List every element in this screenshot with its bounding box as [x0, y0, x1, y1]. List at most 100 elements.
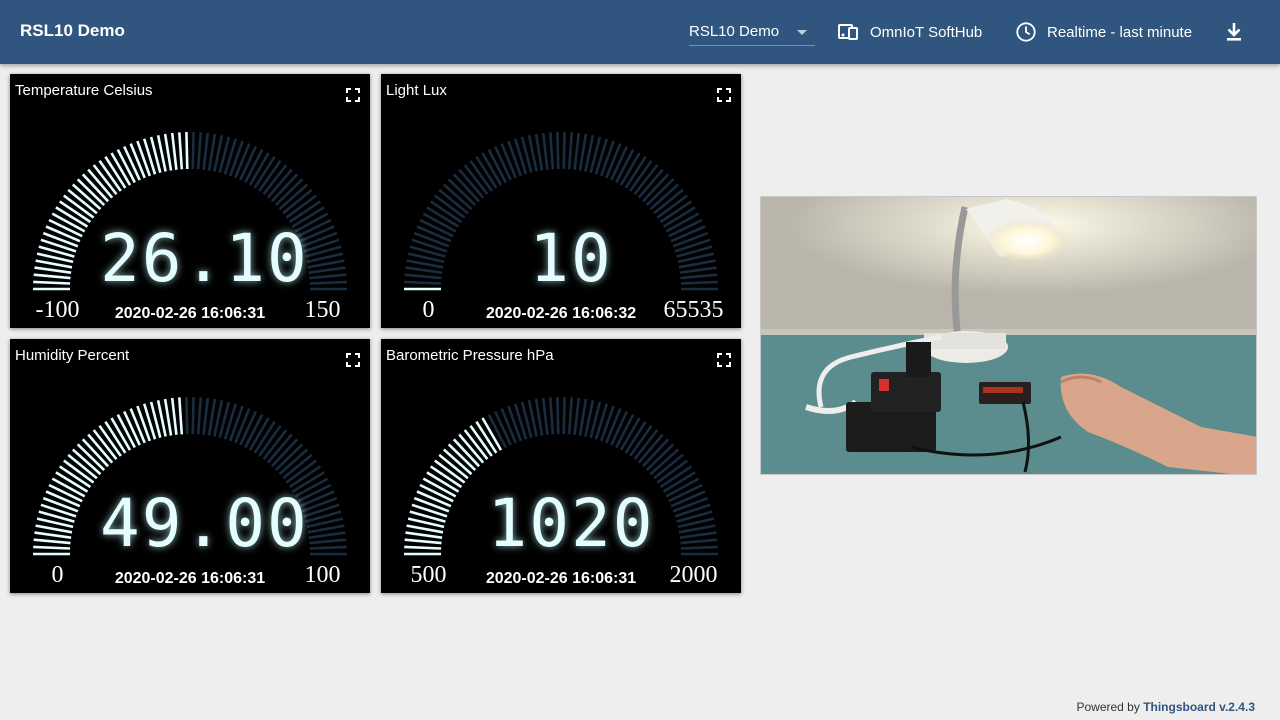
- gauge-max: 100: [304, 562, 341, 588]
- fullscreen-icon[interactable]: [717, 88, 731, 102]
- gauge-segment-active: [413, 496, 450, 513]
- gauge-segment-inactive: [191, 131, 195, 170]
- gauge-value: 1020: [487, 485, 655, 562]
- footer: Powered by Thingsboard v.2.4.3: [1076, 700, 1255, 714]
- gauge-segment-inactive: [308, 266, 346, 274]
- chevron-down-icon: [797, 30, 807, 35]
- gauge-segment-inactive: [308, 531, 346, 539]
- footer-prefix: Powered by: [1076, 700, 1140, 714]
- gauge-segment-active: [178, 132, 184, 170]
- gauge-segment-active: [163, 133, 173, 171]
- gauge-segment-inactive: [196, 397, 202, 435]
- timewindow-button[interactable]: Realtime - last minute: [1015, 18, 1192, 46]
- dashboard-select[interactable]: RSL10 Demo: [689, 16, 815, 46]
- gauge-segment-active: [404, 545, 442, 550]
- gauge-segment-active: [136, 405, 152, 442]
- gauge-segment-inactive: [191, 396, 195, 435]
- widget-title: Temperature Celsius: [15, 82, 153, 99]
- gauge-widget: Barometric Pressure hPa 1020 500 2020-02…: [381, 339, 741, 593]
- gauge-value: 26.10: [100, 220, 309, 297]
- gauge-segment-inactive: [202, 132, 210, 170]
- download-icon[interactable]: [1222, 20, 1246, 44]
- timewindow-label: Realtime - last minute: [1047, 23, 1193, 41]
- gauge-segment-inactive: [534, 398, 544, 436]
- gauge-segment-inactive: [309, 538, 347, 545]
- gauge-segment-active: [404, 538, 442, 545]
- customer-button[interactable]: OmnIoT SoftHub: [836, 18, 982, 46]
- widget-title: Light Lux: [386, 82, 447, 99]
- gauge-segment-active: [42, 231, 79, 248]
- gauge-segment-inactive: [207, 398, 217, 436]
- gauge-segment-inactive: [185, 396, 189, 435]
- gauge-segment-inactive: [413, 231, 450, 248]
- gauge-segment-inactive: [196, 132, 202, 170]
- gauge-segment-inactive: [680, 538, 718, 545]
- gauge-segment-inactive: [578, 133, 588, 171]
- gauge-segment-active: [178, 397, 184, 435]
- clock-icon: [1016, 22, 1036, 42]
- gauge-value: 49.00: [100, 485, 309, 562]
- gauge-value: 10: [529, 220, 613, 297]
- gauge-segment-active: [163, 398, 173, 436]
- gauge-segment-inactive: [680, 545, 718, 550]
- dashboard-select-value: RSL10 Demo: [689, 23, 780, 40]
- gauge-max: 150: [304, 297, 341, 323]
- gauge-segment-active: [33, 273, 71, 280]
- gauge-segment-inactive: [567, 132, 573, 170]
- gauge-segment-inactive: [541, 132, 549, 170]
- gauge-segment-inactive: [672, 231, 709, 248]
- gauge-segment-inactive: [680, 273, 718, 280]
- top-bar: RSL10 Demo RSL10 Demo OmnIoT SoftHub Rea…: [0, 0, 1280, 64]
- gauge-segment-active: [42, 496, 79, 513]
- gauge-segment-active: [33, 545, 71, 550]
- gauge-widget: Temperature Celsius 26.10 -100 2020-02-2…: [10, 74, 370, 328]
- gauge-segment-active: [33, 538, 71, 545]
- gauge-segment-inactive: [405, 266, 443, 274]
- gauge-segment-inactive: [404, 280, 442, 285]
- gauge-segment-active: [405, 531, 443, 539]
- gauge-segment-inactive: [573, 132, 581, 170]
- dashboard-title: RSL10 Demo: [20, 21, 125, 40]
- gauge-segment-inactive: [567, 397, 573, 435]
- gauge-segment-inactive: [534, 133, 544, 171]
- gauge-segment-inactive: [680, 280, 718, 285]
- gauge-segment-inactive: [573, 397, 581, 435]
- widget-title: Barometric Pressure hPa: [386, 347, 554, 364]
- gauge-segment-active: [34, 266, 72, 274]
- gauge-segment-inactive: [309, 273, 347, 280]
- gauge-segment-inactive: [309, 545, 347, 550]
- gauge-segment-inactive: [309, 280, 347, 285]
- gauge-segment-inactive: [549, 397, 555, 435]
- gauge-segment-inactive: [562, 131, 566, 170]
- widget-title: Humidity Percent: [15, 347, 130, 364]
- gauge-segment-active: [170, 132, 178, 170]
- gauge-segment-inactive: [228, 405, 244, 442]
- fullscreen-icon[interactable]: [346, 353, 360, 367]
- gauge-segment-inactive: [599, 405, 615, 442]
- gauge-segment-inactive: [207, 133, 217, 171]
- thingsboard-link[interactable]: Thingsboard v.2.4.3: [1143, 700, 1255, 714]
- gauge-segment-inactive: [578, 398, 588, 436]
- gauge-max: 65535: [663, 297, 724, 323]
- gauge-segment-inactive: [541, 397, 549, 435]
- gauge-segment-inactive: [404, 273, 442, 280]
- gauge-segment-inactive: [507, 140, 523, 177]
- gauge-segment-inactive: [507, 405, 523, 442]
- fullscreen-icon[interactable]: [717, 353, 731, 367]
- gauge-segment-inactive: [679, 266, 717, 274]
- gauge-widget: Humidity Percent 49.00 0 2020-02-26 16:0…: [10, 339, 370, 593]
- gauge-segment-inactive: [228, 140, 244, 177]
- gauge-segment-active: [185, 131, 189, 170]
- customer-label: OmnIoT SoftHub: [870, 23, 983, 41]
- gauge-max: 2000: [669, 562, 718, 588]
- demo-setup-photo: [760, 196, 1257, 475]
- gauge-segment-inactive: [679, 531, 717, 539]
- gauge-segment-inactive: [556, 131, 560, 170]
- gauge-segment-inactive: [202, 397, 210, 435]
- gauge-segment-active: [136, 140, 152, 177]
- gauge-widget: Light Lux 10 0 2020-02-26 16:06:32 65535: [381, 74, 741, 328]
- fullscreen-icon[interactable]: [346, 88, 360, 102]
- gauge-segment-active: [34, 531, 72, 539]
- gauge-segment-inactive: [672, 496, 709, 513]
- gauge-segment-inactive: [556, 396, 560, 435]
